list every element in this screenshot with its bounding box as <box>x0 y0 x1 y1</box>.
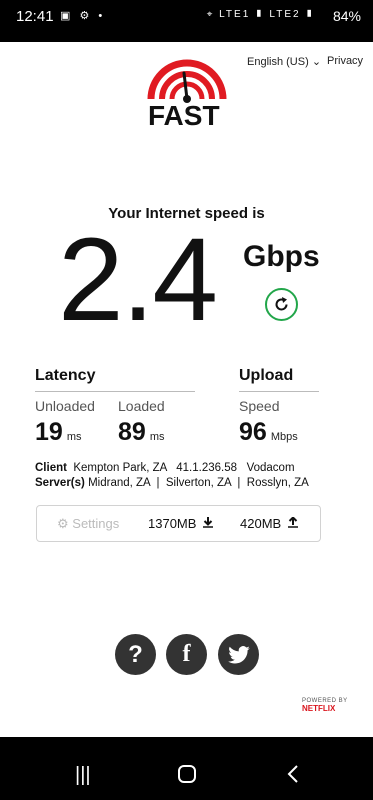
latency-divider <box>35 391 195 392</box>
powered-by-netflix[interactable]: POWERED BY NETFLIX <box>302 698 373 713</box>
loaded-unit: ms <box>149 431 165 443</box>
upload-data: 420MB <box>240 516 298 531</box>
settings-button[interactable]: ⚙ Settings <box>57 516 119 532</box>
latency-title: Latency <box>35 367 96 384</box>
home-button[interactable] <box>178 765 196 787</box>
signal-icons: ⌖ LTE1 ▮ LTE2 ▮ <box>206 9 315 20</box>
notification-icons: ▣ ⚙ • <box>60 10 106 22</box>
client-label: Client <box>35 462 67 474</box>
unloaded-latency: 19 ms <box>35 418 81 447</box>
chevron-down-icon: ⌄ <box>311 56 322 68</box>
netflix-logo: NETFLIX <box>302 704 336 713</box>
loaded-label: Loaded <box>118 398 165 414</box>
facebook-button[interactable]: f <box>166 634 207 675</box>
upload-speed: 96 Mbps <box>239 418 298 447</box>
back-icon <box>287 765 298 783</box>
language-selector[interactable]: English (US) ⌄ <box>247 55 321 68</box>
battery-level: 84% <box>332 8 361 24</box>
upload-speed-unit: Mbps <box>270 431 298 443</box>
question-icon: ? <box>128 641 143 668</box>
refresh-icon <box>275 297 288 311</box>
language-label: English (US) <box>247 56 309 68</box>
privacy-link[interactable]: Privacy <box>327 55 363 67</box>
status-bar: 12:41 ▣ ⚙ • ⌖ LTE1 ▮ LTE2 ▮ 84% <box>0 0 373 42</box>
speed-units: Gbps <box>243 240 320 273</box>
client-info: Client Kempton Park, ZA 41.1.236.58 Voda… <box>35 462 295 474</box>
gear-icon: ⚙ <box>57 516 69 531</box>
upload-divider <box>239 391 319 392</box>
settings-label: Settings <box>72 516 120 531</box>
client-value: Kempton Park, ZA 41.1.236.58 Vodacom <box>73 462 295 474</box>
download-amount: 1370MB <box>148 516 197 531</box>
refresh-button[interactable] <box>265 288 298 321</box>
speedometer-icon <box>147 59 227 103</box>
twitter-button[interactable] <box>218 634 259 675</box>
navigation-bar: ||| <box>0 737 373 800</box>
upload-speed-value: 96 <box>239 418 267 446</box>
loaded-value: 89 <box>118 418 146 446</box>
facebook-icon: f <box>182 641 191 667</box>
upload-icon <box>287 516 298 528</box>
back-button[interactable] <box>287 765 299 787</box>
upload-amount: 420MB <box>240 516 282 531</box>
server-label: Server(s) <box>35 477 85 489</box>
loaded-latency: 89 ms <box>118 418 164 447</box>
upload-title: Upload <box>239 367 294 384</box>
download-data: 1370MB <box>148 516 214 531</box>
logo-text: FAST <box>148 100 220 131</box>
status-time: 12:41 <box>16 8 54 25</box>
upload-speed-label: Speed <box>239 398 280 414</box>
help-button[interactable]: ? <box>115 634 156 675</box>
server-value: Midrand, ZA | Silverton, ZA | Rosslyn, Z… <box>88 477 309 489</box>
recent-apps-icon[interactable]: ||| <box>75 765 91 785</box>
home-icon <box>178 765 196 783</box>
speed-value: 2.4 <box>58 214 218 346</box>
unloaded-value: 19 <box>35 418 63 446</box>
server-info: Server(s) Midrand, ZA | Silverton, ZA | … <box>35 477 309 489</box>
twitter-icon <box>227 646 250 664</box>
unloaded-label: Unloaded <box>35 398 95 414</box>
unloaded-unit: ms <box>66 431 82 443</box>
data-usage-box: ⚙ Settings 1370MB 420MB <box>36 505 321 542</box>
download-icon <box>203 517 214 528</box>
